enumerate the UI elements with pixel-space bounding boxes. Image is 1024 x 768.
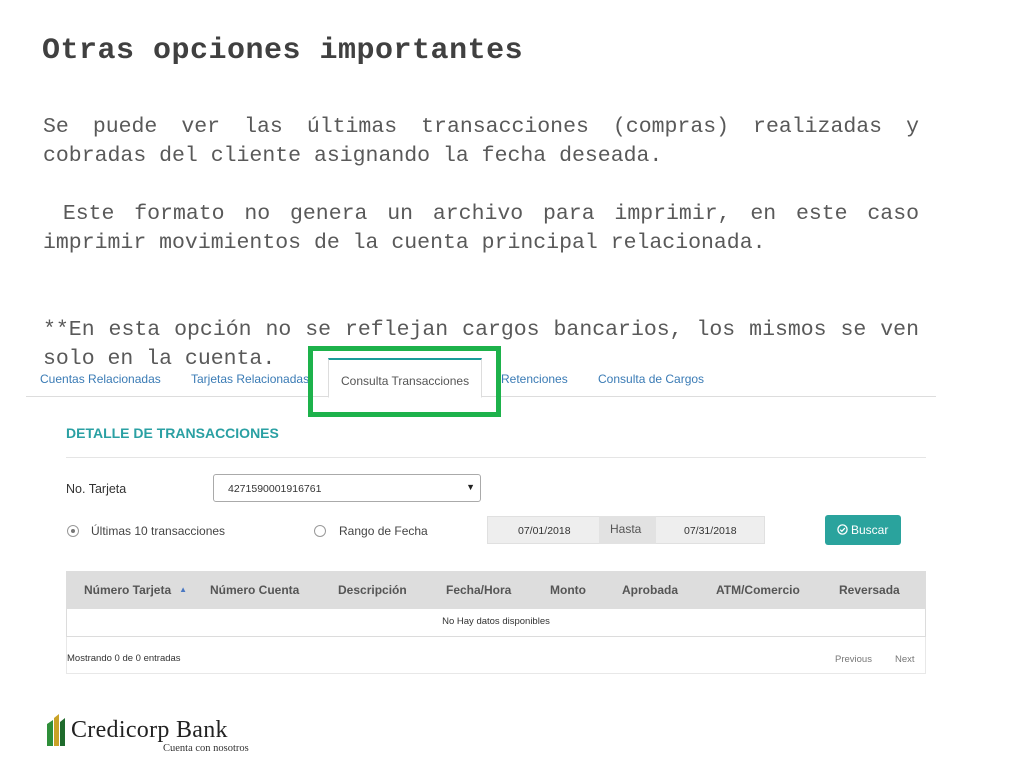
column-header[interactable]: Número Cuenta (210, 583, 299, 597)
divider (66, 457, 926, 458)
date-to-input[interactable]: 07/31/2018 (684, 525, 737, 537)
search-button[interactable]: Buscar (825, 515, 901, 545)
search-button-label: Buscar (851, 523, 889, 537)
pagination-previous[interactable]: Previous (835, 654, 872, 665)
column-header[interactable]: Aprobada (622, 583, 678, 597)
chevron-down-icon: ▼ (466, 482, 475, 492)
date-range-picker: 07/01/2018 Hasta 07/31/2018 (487, 516, 765, 544)
card-number-label: No. Tarjeta (66, 482, 127, 496)
logo-mark-icon (47, 714, 65, 746)
sort-asc-icon: ▲ (179, 585, 188, 594)
logo-tagline: Cuenta con nosotros (163, 743, 249, 754)
panel-title: DETALLE DE TRANSACCIONES (66, 425, 279, 441)
card-number-value: 4271590001916761 (228, 483, 322, 495)
column-header[interactable]: Monto (550, 583, 586, 597)
card-number-select[interactable]: 4271590001916761 ▼ (213, 474, 481, 502)
date-from-input[interactable]: 07/01/2018 (518, 525, 571, 537)
column-header[interactable]: Reversada (839, 583, 900, 597)
date-range-separator: Hasta (599, 516, 656, 544)
radio-date-range[interactable] (314, 525, 326, 537)
print-note-paragraph: Este formato no genera un archivo para i… (43, 202, 932, 255)
tab-tarjetas-relacionadas[interactable]: Tarjetas Relacionadas (191, 372, 309, 386)
entries-count: Mostrando 0 de 0 entradas (67, 653, 181, 664)
check-circle-icon (837, 524, 848, 535)
pagination-next[interactable]: Next (895, 654, 915, 665)
credicorp-logo: Credicorp Bank Cuenta con nosotros (45, 712, 265, 762)
tab-cuentas-relacionadas[interactable]: Cuentas Relacionadas (40, 372, 161, 386)
radio-last-10[interactable] (67, 525, 79, 537)
slide-title: Otras opciones importantes (42, 34, 524, 68)
table-footer: Mostrando 0 de 0 entradas Previous Next (66, 637, 926, 674)
table-header: Número Tarjeta ▲ Número Cuenta Descripció… (66, 571, 926, 609)
empty-table-message: No Hay datos disponibles (442, 616, 550, 627)
radio-last-10-label[interactable]: Últimas 10 transacciones (91, 524, 225, 538)
column-header[interactable]: Número Tarjeta ▲ (84, 583, 187, 597)
tab-consulta-de-cargos[interactable]: Consulta de Cargos (598, 372, 704, 386)
intro-paragraph: Se puede ver las últimas transacciones (… (43, 115, 919, 168)
column-header[interactable]: Fecha/Hora (446, 583, 511, 597)
column-header[interactable]: Descripción (338, 583, 407, 597)
tab-retenciones[interactable]: Retenciones (501, 372, 568, 386)
column-header[interactable]: ATM/Comercio (716, 583, 800, 597)
logo-wordmark: Credicorp Bank (71, 717, 228, 743)
radio-date-range-label[interactable]: Rango de Fecha (339, 524, 428, 538)
table-row: No Hay datos disponibles (66, 609, 926, 637)
tab-highlight-box (308, 346, 501, 417)
